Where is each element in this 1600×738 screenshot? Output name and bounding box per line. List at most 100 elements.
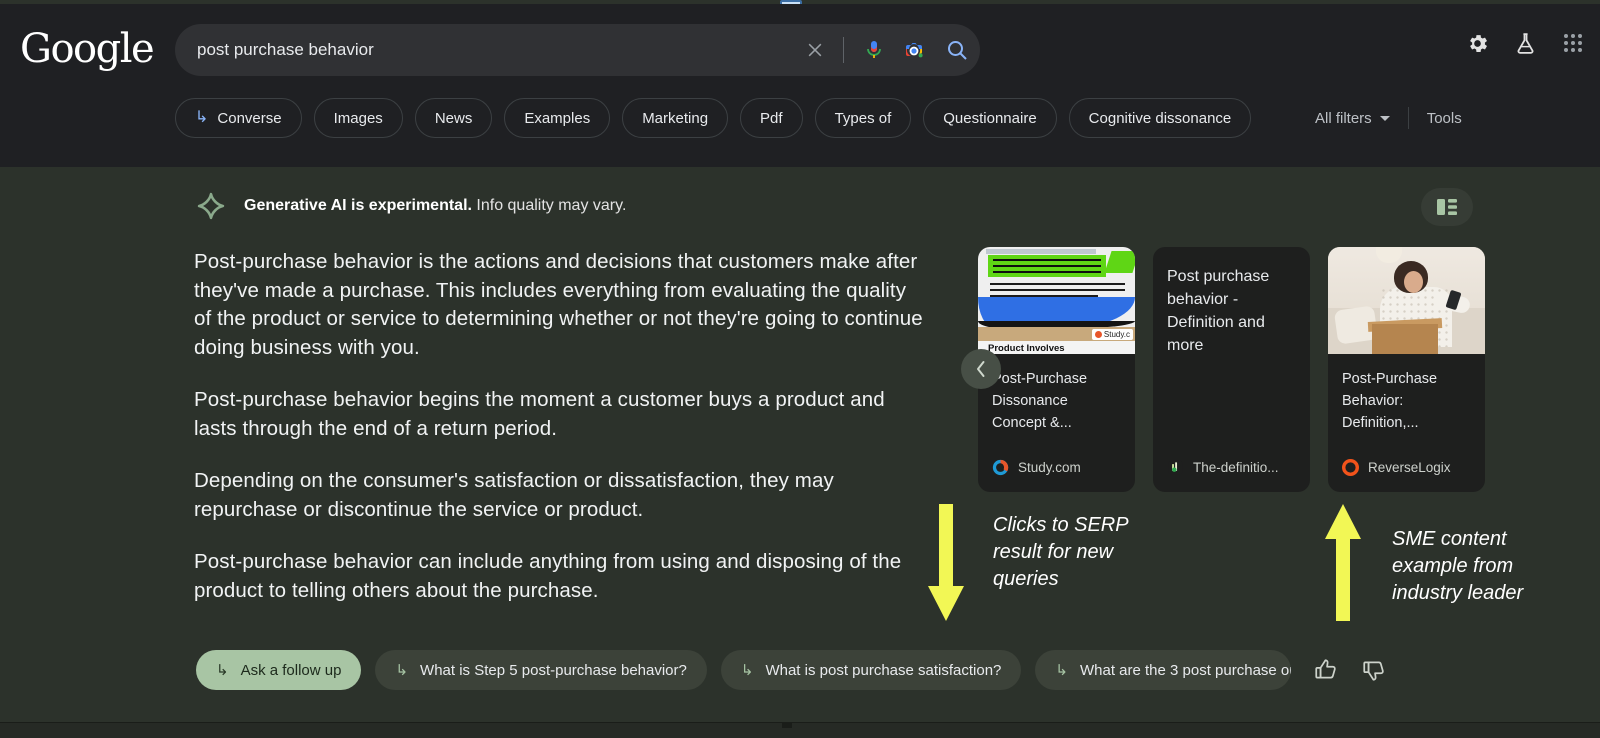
chip-label: Pdf bbox=[760, 110, 783, 127]
turn-arrow-icon: ↳ bbox=[395, 661, 408, 679]
card-source-label: ReverseLogix bbox=[1368, 460, 1451, 475]
apps-grid-icon[interactable] bbox=[1560, 30, 1586, 56]
close-icon[interactable] bbox=[797, 32, 833, 68]
chip-questionnaire[interactable]: Questionnaire bbox=[923, 98, 1056, 138]
microphone-icon[interactable] bbox=[854, 30, 894, 70]
card-source: Study.com bbox=[992, 459, 1127, 476]
card-title: Post-Purchase Behavior: Definition,... bbox=[1328, 354, 1485, 434]
chip-cognitive-dissonance[interactable]: Cognitive dissonance bbox=[1069, 98, 1252, 138]
answer-paragraph: Depending on the consumer's satisfaction… bbox=[194, 467, 929, 524]
turn-arrow-icon: ↳ bbox=[195, 110, 208, 126]
chip-label: Images bbox=[334, 110, 383, 127]
chip-label: Ask a follow up bbox=[241, 662, 342, 679]
card-source: ReverseLogix bbox=[1342, 459, 1477, 476]
generative-ai-disclaimer: Generative AI is experimental. Info qual… bbox=[196, 191, 626, 221]
search-header: Google bbox=[0, 4, 1600, 167]
thumbnail-badge: Study.c bbox=[1092, 329, 1133, 340]
card-thumbnail: Product Involves Study.c bbox=[978, 247, 1135, 354]
thumbs-up-icon[interactable] bbox=[1313, 657, 1339, 683]
favicon-reverselogix-icon bbox=[1342, 459, 1359, 476]
logo-letter: g bbox=[96, 26, 120, 72]
logo-letter: e bbox=[131, 26, 153, 72]
filter-chips-row: ↳ Converse Images News Examples Marketin… bbox=[175, 98, 1251, 138]
thumbnail-art-study: Product Involves Study.c bbox=[978, 247, 1135, 354]
filters-divider bbox=[1408, 107, 1409, 129]
thumbnail-badge-text: Study.c bbox=[1104, 330, 1130, 339]
follow-up-chip[interactable]: ↳ What is Step 5 post-purchase behavior? bbox=[375, 650, 706, 690]
card-source-label: The-definitio... bbox=[1193, 460, 1279, 475]
chip-label: Converse bbox=[217, 110, 281, 127]
chip-converse[interactable]: ↳ Converse bbox=[175, 98, 302, 138]
search-input[interactable] bbox=[175, 24, 797, 76]
chip-label: Types of bbox=[835, 110, 892, 127]
thumbs-down-icon[interactable] bbox=[1361, 657, 1387, 683]
favicon-the-definition-icon bbox=[1167, 459, 1184, 476]
answer-paragraph: Post-purchase behavior is the actions an… bbox=[194, 248, 929, 362]
chip-examples[interactable]: Examples bbox=[504, 98, 610, 138]
source-cards-carousel: Product Involves Study.c Post-Purchase D… bbox=[978, 247, 1485, 492]
follow-up-chips-row: ↳ Ask a follow up ↳ What is Step 5 post-… bbox=[196, 650, 1387, 690]
chip-types-of[interactable]: Types of bbox=[815, 98, 912, 138]
ai-answer-text: Post-purchase behavior is the actions an… bbox=[194, 248, 929, 629]
annotation-label-sme: SME content example from industry leader bbox=[1392, 526, 1582, 607]
bottom-strip bbox=[0, 722, 1600, 738]
source-card[interactable]: Product Involves Study.c Post-Purchase D… bbox=[978, 247, 1135, 492]
ask-follow-up-button[interactable]: ↳ Ask a follow up bbox=[196, 650, 361, 690]
layout-toggle-icon[interactable] bbox=[1421, 188, 1473, 226]
turn-arrow-icon: ↳ bbox=[741, 661, 754, 679]
thumbnail-art-reverselogix bbox=[1328, 247, 1485, 354]
logo-letter: l bbox=[120, 26, 131, 72]
all-filters-label: All filters bbox=[1315, 110, 1372, 127]
logo-letter: o bbox=[50, 26, 73, 72]
google-logo[interactable]: Google bbox=[20, 29, 153, 69]
disclaimer-text: Generative AI is experimental. Info qual… bbox=[244, 197, 626, 215]
chip-label: What are the 3 post purchase ou bbox=[1080, 662, 1291, 679]
source-card[interactable]: Post purchase behavior - Definition and … bbox=[1153, 247, 1310, 492]
header-actions bbox=[1464, 30, 1586, 56]
chevron-down-icon bbox=[1380, 116, 1390, 121]
chip-label: What is post purchase satisfaction? bbox=[765, 662, 1001, 679]
search-icon[interactable] bbox=[934, 30, 980, 70]
sparkle-icon bbox=[196, 191, 226, 221]
tools-button[interactable]: Tools bbox=[1427, 110, 1462, 127]
gear-icon[interactable] bbox=[1464, 30, 1490, 56]
logo-letter: G bbox=[20, 26, 50, 72]
favicon-study-icon bbox=[992, 459, 1009, 476]
labs-flask-icon[interactable] bbox=[1512, 30, 1538, 56]
all-filters-button[interactable]: All filters bbox=[1315, 110, 1390, 127]
chip-news[interactable]: News bbox=[415, 98, 493, 138]
google-serp-ai-overview: Google bbox=[0, 0, 1600, 738]
thumbnail-caption: Product Involves bbox=[988, 343, 1065, 354]
arrow-up-yellow-icon bbox=[1322, 504, 1364, 627]
answer-paragraph: Post-purchase behavior begins the moment… bbox=[194, 386, 929, 443]
card-source-label: Study.com bbox=[1018, 460, 1081, 475]
carousel-prev-button[interactable] bbox=[961, 349, 1001, 389]
google-lens-icon[interactable] bbox=[894, 30, 934, 70]
annotation-label-clicks: Clicks to SERP result for new queries bbox=[993, 512, 1143, 593]
chip-label: Marketing bbox=[642, 110, 708, 127]
card-title: Post purchase behavior - Definition and … bbox=[1153, 247, 1310, 357]
chip-label: What is Step 5 post-purchase behavior? bbox=[420, 662, 687, 679]
chip-label: Questionnaire bbox=[943, 110, 1036, 127]
source-card[interactable]: Post-Purchase Behavior: Definition,... R… bbox=[1328, 247, 1485, 492]
chip-label: Cognitive dissonance bbox=[1089, 110, 1232, 127]
chip-pdf[interactable]: Pdf bbox=[740, 98, 803, 138]
disclaimer-rest: Info quality may vary. bbox=[472, 197, 626, 214]
turn-arrow-icon: ↳ bbox=[1055, 661, 1068, 679]
disclaimer-bold: Generative AI is experimental. bbox=[244, 197, 472, 214]
chip-label: News bbox=[435, 110, 473, 127]
search-bar[interactable] bbox=[175, 24, 980, 76]
search-divider bbox=[843, 37, 844, 63]
arrow-down-yellow-icon bbox=[925, 504, 967, 627]
card-source: The-definitio... bbox=[1167, 459, 1302, 476]
chip-marketing[interactable]: Marketing bbox=[622, 98, 728, 138]
logo-letter: o bbox=[73, 26, 96, 72]
card-thumbnail bbox=[1328, 247, 1485, 354]
turn-arrow-icon: ↳ bbox=[216, 661, 229, 679]
follow-up-chip[interactable]: ↳ What is post purchase satisfaction? bbox=[721, 650, 1022, 690]
chip-images[interactable]: Images bbox=[314, 98, 403, 138]
filters-tools-group: All filters Tools bbox=[1315, 107, 1462, 129]
card-title: Post-Purchase Dissonance Concept &... bbox=[978, 354, 1135, 434]
bottom-marker bbox=[782, 722, 792, 728]
follow-up-chip[interactable]: ↳ What are the 3 post purchase ou bbox=[1035, 650, 1291, 690]
